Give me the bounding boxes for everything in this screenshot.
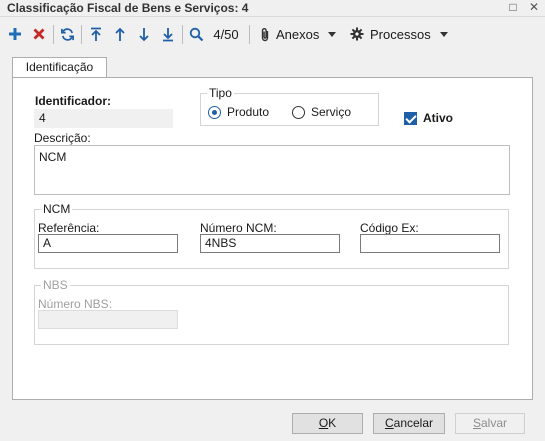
first-record-button[interactable] [86, 23, 106, 45]
radio-unselected-icon [292, 105, 305, 119]
anexos-label: Anexos [276, 26, 320, 42]
referencia-field[interactable]: A [38, 234, 178, 253]
nbs-legend: NBS [41, 278, 70, 292]
first-icon [91, 27, 101, 41]
radio-produto-label: Produto [227, 105, 270, 119]
ativo-checkbox[interactable]: Ativo [404, 111, 453, 125]
toolbar-separator [182, 25, 183, 44]
restore-icon[interactable]: □ [505, 0, 521, 15]
descricao-label: Descrição: [34, 131, 91, 145]
close-icon[interactable]: ✕ [526, 0, 542, 15]
numero-ncm-field[interactable]: 4NBS [200, 234, 340, 253]
tab-identificacao[interactable]: Identificação [12, 57, 107, 78]
ncm-group: NCM Referência: A Número NCM: 4NBS Códig… [34, 202, 509, 269]
toolbar: 4/50 Anexos Processos [0, 20, 545, 48]
add-icon [9, 28, 21, 40]
next-icon [139, 27, 149, 41]
identificador-label: Identificador: [35, 94, 112, 108]
title-bar: Classificação Fiscal de Bens e Serviços:… [0, 0, 545, 17]
ok-button-label-rest: K [328, 416, 337, 430]
radio-selected-icon [208, 105, 221, 119]
delete-button[interactable] [29, 23, 49, 45]
codigo-ex-label: Código Ex: [360, 221, 419, 235]
toolbar-separator [81, 25, 82, 44]
codigo-ex-field[interactable] [360, 234, 500, 253]
last-record-button[interactable] [158, 23, 178, 45]
ok-button-label-mnemonic: O [318, 416, 329, 430]
salvar-button-label-mnemonic: S [472, 416, 481, 430]
last-icon [163, 27, 173, 41]
chevron-down-icon [328, 31, 337, 37]
paperclip-icon [261, 27, 269, 41]
descricao-textarea[interactable]: NCM [34, 145, 510, 195]
radio-servico[interactable]: Serviço [292, 105, 351, 119]
tab-panel-identificacao: Identificador: 4 Tipo Produto Serviço At… [12, 77, 533, 400]
cancelar-button-label-mnemonic: C [384, 416, 394, 430]
search-button[interactable] [186, 23, 206, 45]
cancelar-button-label-rest: ancelar [393, 416, 434, 430]
record-counter-label: 4/50 [213, 26, 239, 42]
checkbox-checked-icon [404, 111, 417, 125]
numero-ncm-label: Número NCM: [200, 221, 277, 235]
radio-produto[interactable]: Produto [208, 105, 269, 119]
add-button[interactable] [5, 23, 25, 45]
previous-icon [115, 27, 125, 41]
numero-nbs-field [38, 310, 178, 329]
tipo-group: Tipo Produto Serviço [200, 86, 379, 126]
previous-record-button[interactable] [110, 23, 130, 45]
next-record-button[interactable] [134, 23, 154, 45]
processos-menu-button[interactable]: Processos [350, 23, 448, 45]
ok-button[interactable]: OK [292, 413, 363, 434]
nbs-group: NBS Número NBS: [34, 278, 509, 345]
search-icon [189, 27, 203, 41]
radio-servico-label: Serviço [311, 105, 352, 119]
chevron-down-icon [439, 31, 448, 37]
numero-nbs-label: Número NBS: [38, 297, 113, 311]
ncm-legend: NCM [41, 202, 73, 216]
salvar-button-label-rest: alvar [481, 416, 508, 430]
gear-icon [350, 27, 364, 41]
cancelar-button[interactable]: Cancelar [373, 413, 445, 434]
toolbar-separator [53, 25, 54, 44]
ativo-label: Ativo [423, 111, 453, 125]
processos-label: Processos [370, 26, 431, 42]
toolbar-separator [249, 25, 250, 44]
window-title: Classificação Fiscal de Bens e Serviços:… [7, 1, 249, 15]
anexos-menu-button[interactable]: Anexos [260, 23, 342, 45]
tipo-legend: Tipo [207, 86, 234, 100]
refresh-button[interactable] [57, 23, 77, 45]
identificador-field[interactable]: 4 [34, 109, 173, 128]
salvar-button[interactable]: Salvar [455, 413, 525, 434]
delete-icon [33, 28, 45, 40]
referencia-label: Referência: [38, 221, 100, 235]
refresh-icon [60, 27, 74, 41]
record-counter: 4/50 [210, 23, 242, 45]
